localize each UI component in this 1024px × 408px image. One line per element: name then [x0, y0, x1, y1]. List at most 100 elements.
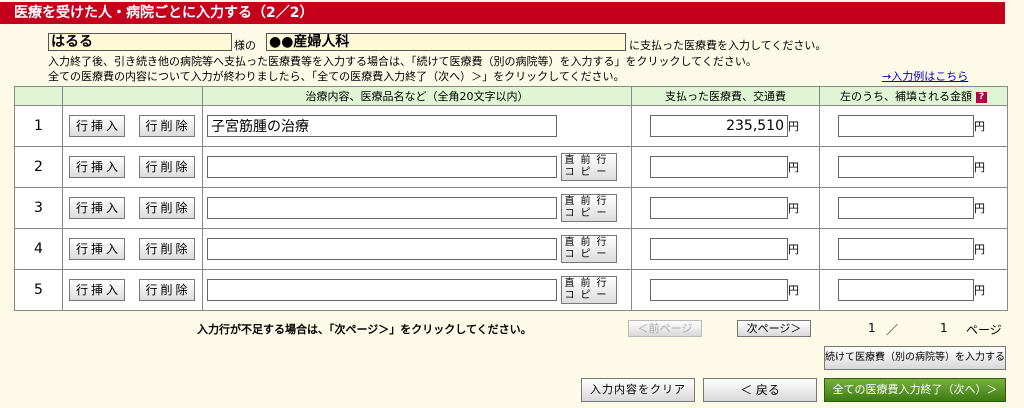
header-actions [62, 86, 203, 106]
table-header: 治療内容、医療品名など（全角20文字以内） 支払った医療費、交通費 左のうち、補… [14, 86, 1008, 106]
yen-label: 円 [788, 120, 799, 133]
copy-label-top: 直前行 [564, 155, 613, 166]
covered-cell: 円 [819, 146, 1008, 188]
hospital-name-field: ●●産婦人科 [266, 33, 626, 51]
pager-note: 入力行が不足する場合は、「次ページ＞」をクリックしてください。 [197, 323, 532, 336]
paid-amount-input[interactable] [650, 279, 788, 301]
treatment-cell [202, 105, 632, 147]
covered-amount-input[interactable] [838, 279, 974, 301]
expense-table: 治療内容、医療品名など（全角20文字以内） 支払った医療費、交通費 左のうち、補… [14, 86, 1008, 311]
total-pages: 1 [940, 321, 948, 335]
row-number: 3 [14, 187, 63, 229]
table-row: 1行挿入 行削除 円円 [14, 105, 1008, 147]
copy-label-top: 直前行 [564, 196, 613, 207]
instruction-continue: 入力終了後、引き続き他の病院等へ支払った医療費等を入力する場合は、「続けて医療費… [48, 55, 757, 68]
yen-label: 円 [788, 243, 799, 256]
copy-previous-row-button[interactable]: 直前行 コピー [560, 276, 617, 304]
paid-cell: 円 [631, 146, 820, 188]
row-number: 4 [14, 228, 63, 270]
paid-cell: 円 [631, 105, 820, 147]
insert-row-button[interactable]: 行挿入 [69, 279, 125, 301]
treatment-input[interactable] [207, 197, 557, 219]
row-actions: 行挿入 行削除 [62, 187, 203, 229]
yen-label: 円 [974, 120, 985, 133]
insert-row-button[interactable]: 行挿入 [69, 115, 125, 137]
insert-row-button[interactable]: 行挿入 [69, 238, 125, 260]
copy-label-top: 直前行 [564, 278, 613, 289]
row-actions: 行挿入 行削除 [62, 146, 203, 188]
covered-amount-input[interactable] [838, 156, 974, 178]
prev-page-button[interactable]: ＜前ページ [628, 320, 702, 337]
header-covered: 左のうち、補填される金額? [819, 86, 1008, 106]
page-title: 医療を受けた人・病院ごとに入力する（2／2） [0, 2, 1005, 24]
paid-amount-input[interactable] [650, 238, 788, 260]
table-row: 3 行挿入 行削除 直前行 コピー円円 [14, 187, 1008, 229]
treatment-input[interactable] [207, 156, 557, 178]
delete-row-button[interactable]: 行削除 [138, 115, 195, 137]
table-row: 2 行挿入 行削除 直前行 コピー円円 [14, 146, 1008, 188]
patient-name-field: はるる [48, 33, 232, 51]
delete-row-button[interactable]: 行削除 [138, 238, 195, 260]
covered-amount-input[interactable] [838, 115, 974, 137]
page-separator: ／ [886, 323, 899, 337]
sama-label: 様の [234, 39, 256, 52]
treatment-cell: 直前行 コピー [202, 146, 632, 188]
covered-cell: 円 [819, 269, 1008, 311]
header-treatment: 治療内容、医療品名など（全角20文字以内） [202, 86, 632, 106]
yen-label: 円 [788, 161, 799, 174]
paid-cell: 円 [631, 187, 820, 229]
yen-label: 円 [788, 202, 799, 215]
delete-row-button[interactable]: 行削除 [138, 279, 195, 301]
paid-amount-input[interactable] [650, 197, 788, 219]
next-page-button[interactable]: 次ページ＞ [737, 320, 811, 337]
insert-row-button[interactable]: 行挿入 [69, 197, 125, 219]
row-number: 2 [14, 146, 63, 188]
header-num [14, 86, 63, 106]
table-row: 4 行挿入 行削除 直前行 コピー円円 [14, 228, 1008, 270]
current-page: 1 [868, 321, 876, 335]
help-icon[interactable]: ? [976, 91, 987, 103]
paid-amount-input[interactable] [650, 156, 788, 178]
treatment-cell: 直前行 コピー [202, 269, 632, 311]
copy-label-bottom: コピー [564, 167, 613, 178]
yen-label: 円 [974, 202, 985, 215]
copy-label-top: 直前行 [564, 237, 613, 248]
treatment-input[interactable] [207, 238, 557, 260]
paid-cell: 円 [631, 228, 820, 270]
copy-previous-row-button[interactable]: 直前行 コピー [560, 153, 617, 181]
back-button[interactable]: ＜ 戻る [703, 378, 817, 402]
continue-button[interactable]: 続けて医療費（別の病院等）を入力する [824, 346, 1006, 370]
yen-label: 円 [974, 284, 985, 297]
copy-label-bottom: コピー [564, 290, 613, 301]
treatment-input[interactable] [207, 115, 557, 137]
finish-button[interactable]: 全ての医療費入力終了（次へ）＞ [824, 378, 1006, 402]
copy-previous-row-button[interactable]: 直前行 コピー [560, 194, 617, 222]
copy-label-bottom: コピー [564, 208, 613, 219]
row-number: 1 [14, 105, 63, 147]
page-unit: ページ [966, 323, 1002, 337]
example-link[interactable]: →入力例はこちら [882, 68, 968, 84]
clear-button[interactable]: 入力内容をクリア [581, 378, 695, 402]
row-actions: 行挿入 行削除 [62, 269, 203, 311]
copy-label-bottom: コピー [564, 249, 613, 260]
header-paid: 支払った医療費、交通費 [631, 86, 820, 106]
row-number: 5 [14, 269, 63, 311]
covered-amount-input[interactable] [838, 197, 974, 219]
yen-label: 円 [788, 284, 799, 297]
yen-label: 円 [974, 161, 985, 174]
row-actions: 行挿入 行削除 [62, 105, 203, 147]
copy-previous-row-button[interactable]: 直前行 コピー [560, 235, 617, 263]
row-actions: 行挿入 行削除 [62, 228, 203, 270]
delete-row-button[interactable]: 行削除 [138, 197, 195, 219]
paid-instruction: に支払った医療費を入力してください。 [629, 39, 827, 52]
table-row: 5 行挿入 行削除 直前行 コピー円円 [14, 269, 1008, 311]
covered-cell: 円 [819, 105, 1008, 147]
paid-amount-input[interactable] [650, 115, 788, 137]
delete-row-button[interactable]: 行削除 [138, 156, 195, 178]
treatment-input[interactable] [207, 279, 557, 301]
yen-label: 円 [974, 243, 985, 256]
insert-row-button[interactable]: 行挿入 [69, 156, 125, 178]
paid-cell: 円 [631, 269, 820, 311]
covered-cell: 円 [819, 228, 1008, 270]
covered-amount-input[interactable] [838, 238, 974, 260]
